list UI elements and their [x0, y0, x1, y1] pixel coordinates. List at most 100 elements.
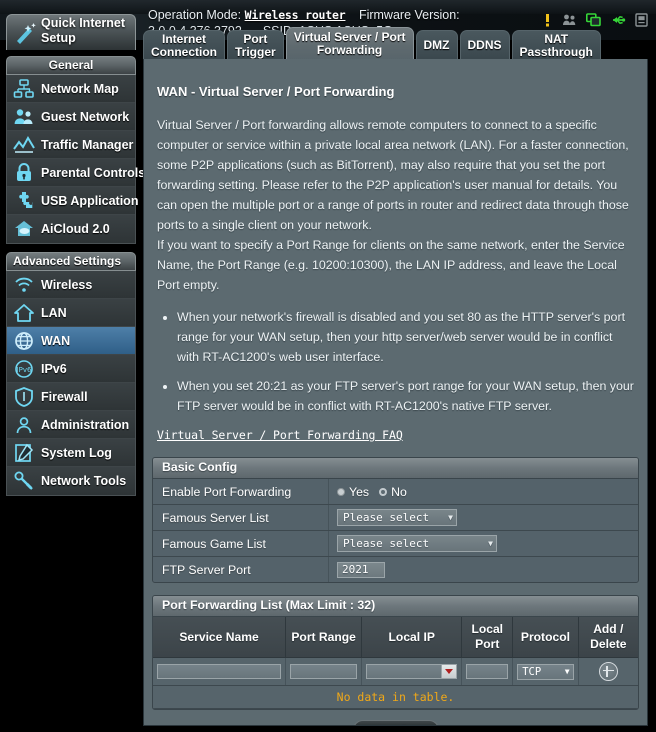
local-ip-input[interactable]: [366, 664, 458, 679]
sidebar-item-firewall[interactable]: Firewall: [7, 383, 135, 411]
tab-internet-connection[interactable]: Internet Connection: [143, 30, 225, 60]
sidebar-item-administration[interactable]: Administration: [7, 411, 135, 439]
firmware-label: Firmware Version:: [358, 8, 460, 22]
tab-port-trigger[interactable]: Port Trigger: [227, 30, 284, 60]
sidebar-item-label: USB Application: [41, 193, 139, 208]
radio-yes[interactable]: Yes: [337, 485, 369, 499]
clients-icon[interactable]: [562, 13, 577, 27]
sidebar-group-general: General: [6, 56, 136, 75]
famous-game-list-select[interactable]: Please select ▼: [337, 535, 497, 552]
local-ip-dropdown-button[interactable]: [441, 665, 457, 678]
page-description: Virtual Server / Port forwarding allows …: [157, 115, 634, 295]
traffic-manager-icon: [13, 134, 35, 156]
usb-icon[interactable]: [610, 13, 626, 27]
sidebar: Quick Internet Setup General Network Map: [6, 14, 145, 496]
tab-label: DMZ: [423, 38, 450, 52]
ipv6-icon: IPv6: [13, 358, 35, 380]
sidebar-group-advanced: Advanced Settings: [6, 252, 136, 271]
radio-no[interactable]: No: [379, 485, 407, 499]
sidebar-item-wan[interactable]: WAN: [7, 327, 135, 355]
table-empty-row: No data in table.: [153, 685, 638, 709]
sidebar-item-parental-controls[interactable]: Parental Controls: [7, 159, 145, 187]
port-forwarding-list-header: Port Forwarding List (Max Limit : 32): [153, 596, 638, 617]
local-port-input[interactable]: [466, 664, 509, 679]
tab-label-line1: Internet: [161, 31, 206, 46]
tab-ddns[interactable]: DDNS: [459, 30, 510, 60]
tab-nat-passthrough[interactable]: NAT Passthrough: [511, 30, 601, 60]
chevron-down-icon: [445, 669, 454, 674]
column-local-ip: Local IP: [361, 617, 463, 658]
column-protocol: Protocol: [512, 617, 579, 658]
label-famous-game-list: Famous Game List: [153, 531, 329, 556]
sidebar-item-label: WAN: [41, 333, 71, 348]
basic-config-header: Basic Config: [153, 458, 638, 479]
sidebar-item-label: Administration: [41, 417, 130, 432]
usb-application-icon: [13, 190, 35, 212]
sidebar-item-usb-application[interactable]: USB Application: [7, 187, 139, 215]
operation-mode-label: Operation Mode:: [148, 8, 242, 22]
apply-button[interactable]: Apply: [352, 720, 439, 725]
lan-icon: [13, 302, 35, 324]
printer-icon[interactable]: [635, 13, 648, 27]
sidebar-item-traffic-manager[interactable]: Traffic Manager: [7, 131, 135, 159]
page-title: WAN - Virtual Server / Port Forwarding: [157, 84, 395, 99]
notes-list: When your network's firewall is disabled…: [157, 307, 634, 416]
sidebar-item-label: AiCloud 2.0: [41, 222, 110, 236]
notification-icon[interactable]: [542, 13, 553, 27]
sidebar-item-label: LAN: [41, 305, 67, 320]
port-forwarding-list-table: Port Forwarding List (Max Limit : 32) Se…: [152, 595, 639, 710]
sidebar-advanced-menu: Wireless LAN WAN IPv6 IPv6 Firewall Admi…: [6, 271, 136, 496]
description-paragraph-2: If you want to specify a Port Range for …: [157, 238, 625, 292]
operation-mode-line: Operation Mode: Wireless router Firmware…: [148, 8, 460, 22]
service-name-input[interactable]: [157, 664, 282, 679]
guest-network-icon: [13, 106, 35, 128]
sidebar-item-network-map[interactable]: Network Map: [7, 75, 135, 103]
network-monitor-icon[interactable]: [586, 13, 601, 27]
quick-internet-setup-button[interactable]: Quick Internet Setup: [6, 14, 136, 50]
tab-label-line1: Port: [243, 31, 268, 46]
cell-port-range: [285, 657, 363, 686]
sidebar-general-menu: Network Map Guest Network Traffic Manage…: [6, 75, 145, 244]
sidebar-item-wireless[interactable]: Wireless: [7, 271, 135, 299]
sidebar-item-label: Traffic Manager: [41, 137, 134, 152]
faq-link[interactable]: Virtual Server / Port Forwarding FAQ: [157, 428, 403, 442]
sidebar-item-lan[interactable]: LAN: [7, 299, 135, 327]
router-admin-page: Operation Mode: Wireless router Firmware…: [0, 0, 656, 732]
radio-no-label: No: [391, 484, 407, 499]
quick-internet-setup-label: Quick Internet Setup: [41, 16, 126, 45]
tab-label-line2: Trigger: [235, 44, 276, 59]
sidebar-item-label: Network Map: [41, 81, 119, 96]
sidebar-item-ipv6[interactable]: IPv6 IPv6: [7, 355, 135, 383]
table-header-row: Service Name Port Range Local IP Local P…: [153, 617, 638, 658]
description-paragraph-1: Virtual Server / Port forwarding allows …: [157, 118, 629, 232]
sidebar-item-system-log[interactable]: System Log: [7, 439, 135, 467]
sidebar-item-aicloud[interactable]: AiCloud 2.0: [7, 215, 135, 243]
plus-circle-icon[interactable]: [598, 662, 618, 681]
protocol-select[interactable]: TCP ▼: [517, 663, 574, 680]
empty-table-message: No data in table.: [153, 685, 638, 709]
footer-actions: Apply: [152, 720, 639, 725]
tab-dmz[interactable]: DMZ: [415, 30, 458, 60]
famous-server-list-select[interactable]: Please select ▼: [337, 509, 457, 526]
famous-server-list-value: Please select: [343, 511, 430, 524]
cell-local-ip: [361, 657, 463, 686]
main-panel: WAN - Virtual Server / Port Forwarding V…: [143, 59, 648, 726]
sidebar-item-network-tools[interactable]: Network Tools: [7, 467, 135, 495]
protocol-value: TCP: [522, 665, 542, 678]
port-range-input[interactable]: [290, 664, 358, 679]
row-famous-server-list: Famous Server List Please select ▼: [153, 505, 638, 531]
table-entry-row: TCP ▼: [153, 657, 638, 686]
ftp-server-port-input[interactable]: 2021: [337, 561, 385, 578]
magic-wand-icon: [13, 21, 37, 50]
network-map-icon: [13, 78, 35, 100]
sidebar-item-guest-network[interactable]: Guest Network: [7, 103, 135, 131]
radio-yes-label: Yes: [349, 484, 370, 499]
operation-mode-link[interactable]: Wireless router: [245, 8, 346, 22]
label-enable-port-forwarding: Enable Port Forwarding: [153, 479, 329, 504]
tab-virtual-server-port-forwarding[interactable]: Virtual Server / Port Forwarding: [285, 27, 414, 60]
cell-add-delete: [578, 657, 638, 686]
famous-game-list-value: Please select: [343, 537, 430, 550]
radio-yes-dot: [337, 487, 345, 496]
tab-label-line2: Forwarding: [316, 43, 383, 57]
tab-label: DDNS: [467, 38, 502, 52]
